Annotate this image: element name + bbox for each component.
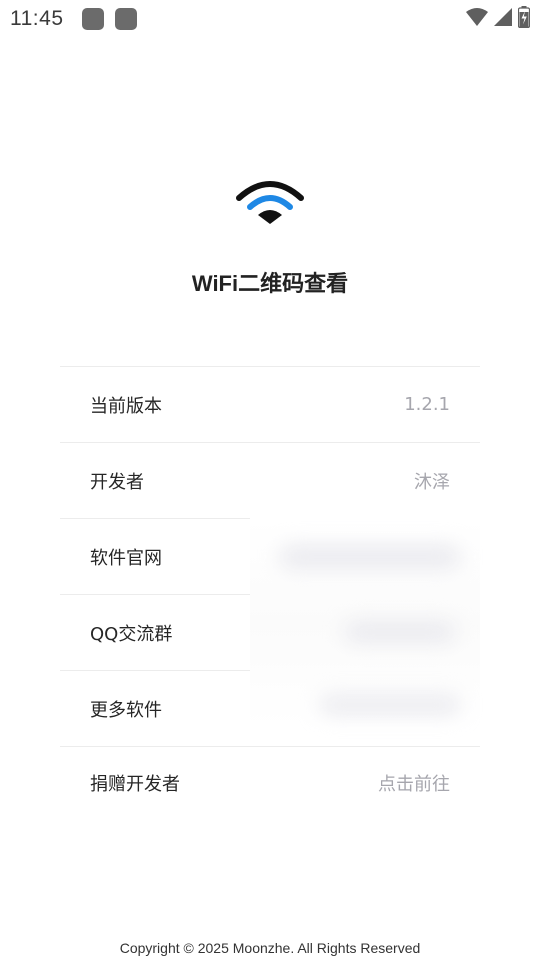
about-screen: 11:45 WiFi二维码查看 当前版本 1.2.1 开发者 沐泽 软件官网 Q… (0, 0, 540, 960)
notification-icon (114, 8, 137, 30)
list-item-value: 1.2.1 (404, 394, 450, 415)
list-item-label: 捐赠开发者 (90, 774, 180, 795)
status-bar: 11:45 (0, 0, 540, 38)
redacted-blur-region (250, 518, 480, 728)
wifi-icon (466, 8, 488, 26)
notification-icon (81, 8, 104, 30)
battery-icon (518, 6, 530, 28)
list-item-value: 沐泽 (414, 471, 450, 493)
copyright-text: Copyright © 2025 Moonzhe. All Rights Res… (119, 940, 421, 956)
status-icons (466, 6, 530, 28)
cell-signal-icon (494, 8, 512, 26)
app-title: WiFi二维码查看 (191, 271, 349, 296)
list-item-value: 点击前往 (378, 774, 450, 795)
list-item-developer: 开发者 沐泽 (60, 443, 480, 519)
list-item-label: 当前版本 (90, 395, 162, 417)
list-item-label: 开发者 (90, 471, 144, 493)
list-item-version: 当前版本 1.2.1 (60, 367, 480, 443)
status-time: 11:45 (10, 7, 64, 30)
list-item-donate[interactable]: 捐赠开发者 点击前往 (60, 747, 480, 819)
wifi-logo-icon (236, 176, 304, 228)
